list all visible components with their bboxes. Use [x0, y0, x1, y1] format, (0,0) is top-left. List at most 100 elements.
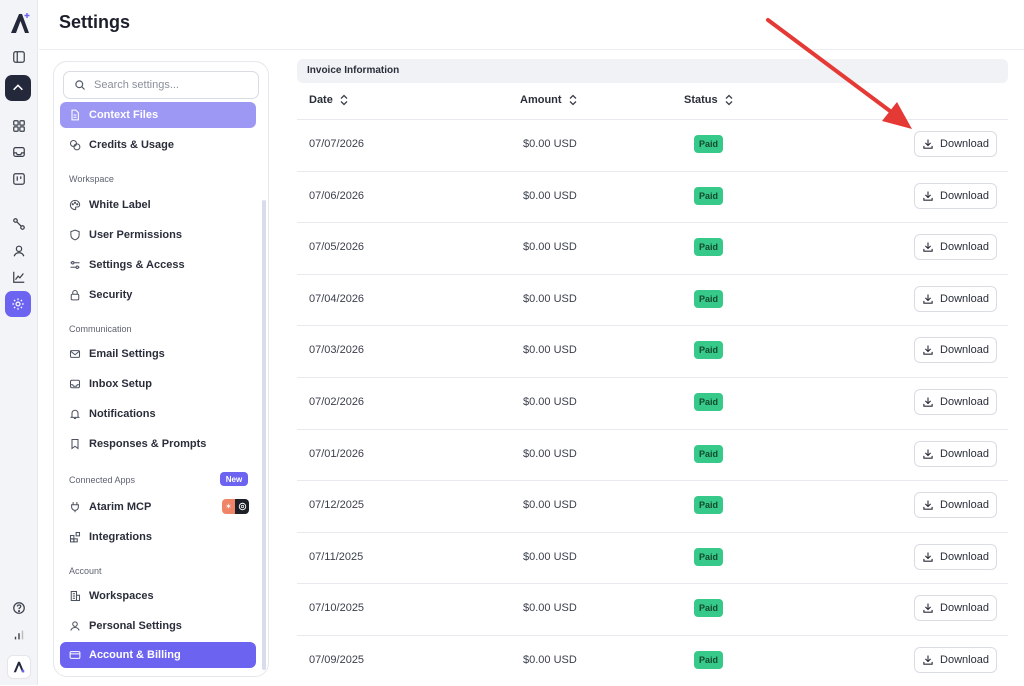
table-row: 07/06/2026$0.00 USDPaidDownload: [297, 171, 1008, 222]
column-header-label: Date: [309, 94, 333, 106]
nav-item-label: Security: [89, 289, 132, 301]
nav-item-notifications[interactable]: Notifications: [60, 401, 256, 427]
help-icon[interactable]: [7, 596, 31, 620]
table-row: 07/04/2026$0.00 USDPaidDownload: [297, 274, 1008, 325]
search-input[interactable]: [94, 79, 244, 91]
download-icon: [922, 241, 934, 253]
download-button[interactable]: Download: [914, 286, 997, 312]
workflow-icon[interactable]: [7, 212, 31, 236]
download-label: Download: [940, 138, 989, 150]
status-badge: Paid: [694, 599, 723, 617]
user-icon[interactable]: [7, 239, 31, 263]
sidebar-toggle-icon[interactable]: [7, 45, 31, 69]
invoice-amount: $0.00 USD: [523, 499, 577, 511]
invoice-date: 07/06/2026: [309, 190, 364, 202]
lock-icon: [69, 289, 81, 301]
download-button[interactable]: Download: [914, 647, 997, 673]
column-header-date[interactable]: Date: [309, 94, 349, 106]
settings-icon[interactable]: [5, 291, 31, 317]
download-icon: [922, 190, 934, 202]
shield-icon: [69, 229, 81, 241]
nav-item-personal-settings[interactable]: Personal Settings: [60, 613, 256, 639]
plug-icon: [69, 501, 81, 513]
download-button[interactable]: Download: [914, 389, 997, 415]
inbox-icon: [69, 378, 81, 390]
download-icon: [922, 499, 934, 511]
download-label: Download: [940, 396, 989, 408]
nav-item-white-label[interactable]: White Label: [60, 192, 256, 218]
invoice-amount: $0.00 USD: [523, 241, 577, 253]
invoice-amount: $0.00 USD: [523, 396, 577, 408]
grid-icon[interactable]: [7, 114, 31, 138]
download-button[interactable]: Download: [914, 595, 997, 621]
invoice-date: 07/02/2026: [309, 396, 364, 408]
bars-icon[interactable]: [7, 623, 31, 647]
nav-item-responses-prompts[interactable]: Responses & Prompts: [60, 431, 256, 457]
nav-item-inbox-setup[interactable]: Inbox Setup: [60, 371, 256, 397]
search-box[interactable]: [63, 71, 259, 99]
nav-item-credits-usage[interactable]: Credits & Usage: [60, 132, 256, 158]
invoice-date: 07/01/2026: [309, 448, 364, 460]
invoice-amount: $0.00 USD: [523, 551, 577, 563]
invoice-date: 07/04/2026: [309, 293, 364, 305]
openai-icon: [235, 499, 249, 514]
nav-item-integrations[interactable]: Integrations: [60, 524, 256, 550]
download-label: Download: [940, 602, 989, 614]
nav-item-workspaces[interactable]: Workspaces: [60, 583, 256, 609]
section-label-workspace: Workspace: [69, 174, 114, 184]
download-button[interactable]: Download: [914, 441, 997, 467]
nav-item-user-permissions[interactable]: User Permissions: [60, 222, 256, 248]
nav-item-label: Email Settings: [89, 348, 165, 360]
invoice-amount: $0.00 USD: [523, 190, 577, 202]
invoice-date: 07/10/2025: [309, 602, 364, 614]
download-button[interactable]: Download: [914, 492, 997, 518]
icon-rail: [0, 0, 38, 685]
nav-item-label: Responses & Prompts: [89, 438, 206, 450]
status-badge: Paid: [694, 651, 723, 669]
nav-item-label: Account & Billing: [89, 649, 181, 661]
status-badge: Paid: [694, 341, 723, 359]
download-label: Download: [940, 551, 989, 563]
board-icon[interactable]: [7, 167, 31, 191]
invoice-date: 07/12/2025: [309, 499, 364, 511]
download-icon: [922, 448, 934, 460]
nav-item-context-files[interactable]: Context Files: [60, 102, 256, 128]
column-header-amount[interactable]: Amount: [520, 94, 578, 106]
nav-item-security[interactable]: Security: [60, 282, 256, 308]
status-badge: Paid: [694, 445, 723, 463]
invoice-date: 07/07/2026: [309, 138, 364, 150]
atarim-small-logo[interactable]: [7, 655, 31, 679]
download-button[interactable]: Download: [914, 131, 997, 157]
invoice-amount: $0.00 USD: [523, 602, 577, 614]
table-row: 07/02/2026$0.00 USDPaidDownload: [297, 377, 1008, 428]
nav-item-label: Personal Settings: [89, 620, 182, 632]
download-button[interactable]: Download: [914, 183, 997, 209]
atarim-logo[interactable]: [8, 11, 32, 35]
nav-item-settings-access[interactable]: Settings & Access: [60, 252, 256, 278]
inbox-icon[interactable]: [7, 140, 31, 164]
settings-nav-panel: Context Files Credits & Usage Workspace …: [53, 61, 269, 677]
nav-item-label: Workspaces: [89, 590, 154, 602]
status-badge: Paid: [694, 496, 723, 514]
nav-item-email-settings[interactable]: Email Settings: [60, 341, 256, 367]
status-badge: Paid: [694, 135, 723, 153]
sliders-icon: [69, 259, 81, 271]
invoice-date: 07/03/2026: [309, 344, 364, 356]
nav-item-account-billing[interactable]: Account & Billing: [60, 642, 256, 668]
palette-icon: [69, 199, 81, 211]
download-button[interactable]: Download: [914, 234, 997, 260]
download-icon: [922, 293, 934, 305]
atarim-mark-icon[interactable]: [5, 75, 31, 101]
download-icon: [922, 396, 934, 408]
chart-icon[interactable]: [7, 265, 31, 289]
download-icon: [922, 551, 934, 563]
column-header-status[interactable]: Status: [684, 94, 734, 106]
download-button[interactable]: Download: [914, 544, 997, 570]
table-row: 07/11/2025$0.00 USDPaidDownload: [297, 532, 1008, 583]
panel-scrollbar[interactable]: [262, 200, 266, 670]
download-icon: [922, 602, 934, 614]
download-button[interactable]: Download: [914, 337, 997, 363]
section-label-account: Account: [69, 566, 102, 576]
nav-item-label: Integrations: [89, 531, 152, 543]
column-header-label: Status: [684, 94, 718, 106]
